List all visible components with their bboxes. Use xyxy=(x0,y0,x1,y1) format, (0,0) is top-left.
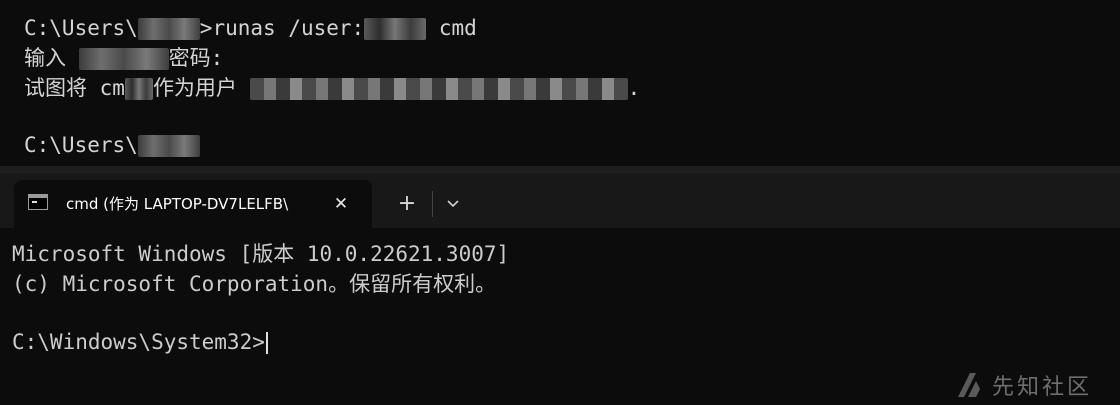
bg-line-attempt: 试图将 cm 作为用户 . xyxy=(24,76,641,100)
bg-line-password-prompt: 输入 密码: xyxy=(24,46,224,70)
terminal-prompt: C:\Windows\System32> xyxy=(12,330,265,354)
tab-dropdown-button[interactable] xyxy=(438,187,468,221)
redacted-text xyxy=(124,78,153,100)
xianzhi-logo-icon xyxy=(958,373,980,397)
cmd-icon xyxy=(28,194,48,210)
tab-divider xyxy=(432,191,433,217)
watermark-text: 先知社区 xyxy=(992,375,1093,400)
tab-title: cmd (作为 LAPTOP-DV7LELFB\ xyxy=(66,195,289,213)
tab-bar: cmd (作为 LAPTOP-DV7LELFB\ ✕ + xyxy=(0,173,1120,228)
chevron-down-icon xyxy=(447,200,459,208)
bg-line-runas: C:\Users\ >runas /user: cmd xyxy=(24,16,477,40)
new-tab-button[interactable]: + xyxy=(390,187,424,221)
terminal-prompt-line[interactable]: C:\Windows\System32> xyxy=(12,327,268,357)
terminal-line-version: Microsoft Windows [版本 10.0.22621.3007] xyxy=(12,242,510,266)
redacted-text xyxy=(249,78,628,100)
watermark: 先知社区 xyxy=(956,368,1092,402)
redacted-username xyxy=(78,48,169,70)
redacted-username xyxy=(364,18,427,40)
close-tab-button[interactable]: ✕ xyxy=(326,189,356,219)
background-terminal: C:\Users\ >runas /user: cmd 输入 密码: 试图将 cm… xyxy=(0,0,1120,166)
text-cursor xyxy=(265,332,268,354)
redacted-username xyxy=(137,18,200,40)
redacted-username xyxy=(137,135,200,157)
terminal-pane[interactable]: Microsoft Windows [版本 10.0.22621.3007] (… xyxy=(0,228,1120,405)
terminal-line-copyright: (c) Microsoft Corporation。保留所有权利。 xyxy=(12,272,497,296)
window-separator xyxy=(0,166,1120,173)
bg-line-prompt: C:\Users\ xyxy=(24,130,200,160)
tab-cmd[interactable]: cmd (作为 LAPTOP-DV7LELFB\ ✕ xyxy=(14,180,372,228)
